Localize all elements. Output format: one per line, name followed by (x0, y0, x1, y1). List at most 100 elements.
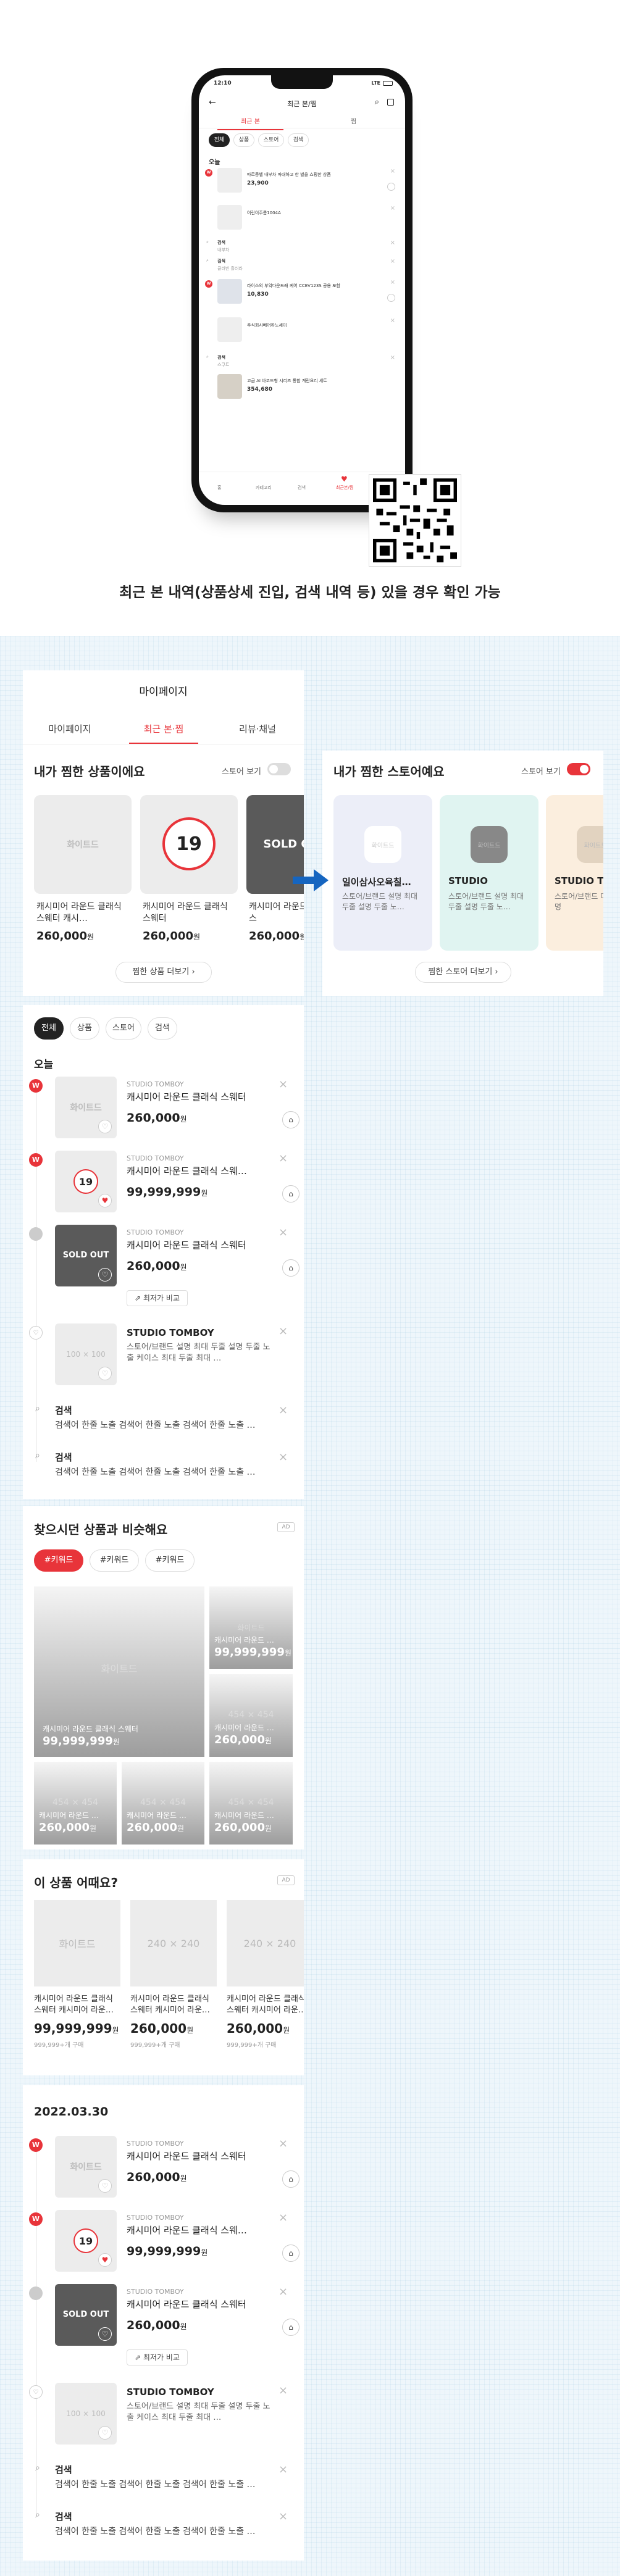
phone-close-icon[interactable]: × (390, 317, 395, 324)
cart-icon[interactable]: ⌂ (282, 1185, 300, 1203)
store-card[interactable]: 화이트드 STUDIO TO 스토어/브랜드 대 두줄 설명 (546, 795, 603, 951)
phone-close-icon[interactable]: × (390, 205, 395, 212)
remove-icon[interactable]: × (279, 1152, 288, 1165)
heart-icon[interactable]: ♡ (98, 1268, 112, 1282)
cart-icon[interactable]: ⌂ (282, 2319, 300, 2336)
recent-product-item[interactable]: SOLD OUT ♡ STUDIO TOMBOY 캐시미어 라운드 클래식 스웨터… (23, 2284, 304, 2370)
phone-chip-store[interactable]: 스토어 (258, 133, 284, 147)
keyword-chip[interactable]: #키워드 (145, 1549, 195, 1572)
chip-search[interactable]: 검색 (148, 1017, 177, 1040)
chip-product[interactable]: 상품 (70, 1017, 99, 1040)
similar-tile[interactable]: 454 × 454 캐시미어 라운드 … 260,000원 (34, 1762, 117, 1844)
similar-tile[interactable]: 454 × 454 캐시미어 라운드 … 260,000원 (209, 1674, 293, 1757)
wish-card-price: 260,000원 (36, 930, 94, 943)
remove-icon[interactable]: × (279, 2137, 288, 2150)
lowest-price-compare-button[interactable]: ⇗ 최저가 비교 (127, 2349, 188, 2366)
cart-icon[interactable]: ⌂ (282, 1111, 300, 1128)
remove-icon[interactable]: × (279, 1226, 288, 1239)
chip-store[interactable]: 스토어 (106, 1017, 141, 1040)
more-wish-stores-button[interactable]: 찜한 스토어 더보기 › (415, 962, 511, 983)
wish-card[interactable]: 화이트드 캐시미어 라운드 클래식 스웨터 캐시… 260,000원 (34, 795, 132, 949)
similar-tile[interactable]: 454 × 454 캐시미어 라운드 … 260,000원 (122, 1762, 204, 1844)
more-wish-products-button[interactable]: 찜한 상품 더보기 › (115, 962, 212, 983)
phone-bag-icon[interactable] (387, 183, 395, 191)
phone-bag-icon[interactable] (387, 294, 395, 302)
nav-category[interactable]: 카테고리 (256, 485, 272, 491)
heart-icon[interactable]: ♡ (98, 1120, 112, 1133)
phone-tab-recent[interactable]: 최근 본 (199, 116, 302, 130)
recommend-card[interactable]: 240 × 240 캐시미어 라운드 클래식 스웨터 캐시미어 라운… 260,… (227, 1900, 304, 2067)
recent-product-item[interactable]: W 화이트드 ♡ STUDIO TOMBOY 캐시미어 라운드 클래식 스웨터 2… (23, 2136, 304, 2204)
remove-icon[interactable]: × (279, 1078, 288, 1091)
similar-tile[interactable]: 화이트드 캐시미어 라운드 … 99,999,999원 (209, 1586, 293, 1669)
phone-close-icon[interactable]: × (390, 258, 395, 265)
recent-search-item[interactable]: ⌕ 검색 검색어 한줄 노출 검색어 한줄 노출 검색어 한줄 노출 … × (23, 1404, 304, 1438)
search-icon[interactable]: ⌕ (375, 98, 379, 107)
nav-home[interactable]: 홈 (217, 485, 221, 491)
store-view-toggle[interactable] (567, 763, 590, 775)
recent-search-item[interactable]: ⌕ 검색 검색어 한줄 노출 검색어 한줄 노출 검색어 한줄 노출 … × (23, 2463, 304, 2498)
phone-row-product[interactable]: 고급 AI 바코드형 시리즈 통합 계란요리 세트 354,680 (199, 374, 405, 405)
phone-chip-all[interactable]: 전체 (209, 133, 230, 147)
keyword-chip[interactable]: #키워드 (34, 1549, 83, 1572)
similar-tile-large[interactable]: 화이트드 캐시미어 라운드 클래식 스웨터 99,999,999원 (34, 1586, 204, 1757)
recent-store-item[interactable]: ♡ 100 × 100 ♡ STUDIO TOMBOY 스토어/브랜드 설명 최대… (23, 2383, 304, 2451)
phone-close-icon[interactable]: × (390, 240, 395, 246)
phone-close-icon[interactable]: × (390, 354, 395, 361)
heart-icon[interactable]: ♡ (98, 2179, 112, 2193)
recommend-card[interactable]: 240 × 240 캐시미어 라운드 클래식 스웨터 캐시미어 라운… 260,… (130, 1900, 217, 2067)
cart-icon[interactable]: ⌂ (282, 2170, 300, 2188)
remove-icon[interactable]: × (279, 1404, 288, 1417)
phone-row-product[interactable]: W 라이스의 부엌다운드래 케어 CCEV123S 공용 포함 10,830 × (199, 279, 405, 314)
phone-row-search[interactable]: ⌕ 검색 스쿠트 × (199, 354, 405, 370)
heart-icon[interactable]: ♡ (98, 2426, 112, 2440)
recommend-card[interactable]: 화이트드 캐시미어 라운드 클래식 스웨터 캐시미어 라운… 99,999,99… (34, 1900, 120, 2067)
phone-close-icon[interactable]: × (390, 279, 395, 286)
remove-icon[interactable]: × (279, 2211, 288, 2224)
remove-icon[interactable]: × (279, 1451, 288, 1464)
remove-icon[interactable]: × (279, 2285, 288, 2298)
remove-icon[interactable]: × (279, 1325, 288, 1338)
recent-search-item[interactable]: ⌕ 검색 검색어 한줄 노출 검색어 한줄 노출 검색어 한줄 노출 … × (23, 1451, 304, 1485)
cart-icon[interactable]: ⌂ (282, 2245, 300, 2262)
status-bar: 12:10 LTE (199, 78, 405, 89)
remove-icon[interactable]: × (279, 2463, 288, 2476)
store-card[interactable]: 화이트드 STUDIO 스토어/브랜드 설명 최대 두줄 설명 두줄 노… (440, 795, 538, 951)
wish-card[interactable]: 19 캐시미어 라운드 클래식 스웨터 260,000원 (140, 795, 238, 949)
recent-search-item[interactable]: ⌕ 검색 검색어 한줄 노출 검색어 한줄 노출 검색어 한줄 노출 … × (23, 2510, 304, 2545)
cart-icon[interactable] (387, 99, 394, 106)
store-view-toggle[interactable] (267, 763, 291, 775)
recent-product-item[interactable]: SOLD OUT ♡ STUDIO TOMBOY 캐시미어 라운드 클래식 스웨터… (23, 1225, 304, 1311)
tab-recent-wish[interactable]: 최근 본·찜 (117, 722, 211, 735)
heart-icon[interactable]: ♥ (98, 1194, 112, 1207)
recent-product-item[interactable]: W 화이트드 ♡ STUDIO TOMBOY 캐시미어 라운드 클래식 스웨터 2… (23, 1077, 304, 1144)
recent-store-item[interactable]: ♡ 100 × 100 ♡ STUDIO TOMBOY 스토어/브랜드 설명 최대… (23, 1323, 304, 1391)
heart-icon[interactable]: ♡ (98, 1367, 112, 1380)
remove-icon[interactable]: × (279, 2384, 288, 2397)
phone-tab-wish[interactable]: 찜 (302, 116, 405, 125)
heart-icon[interactable]: ♡ (98, 2327, 112, 2341)
phone-row-search[interactable]: ⌕ 검색 내부차 × (199, 240, 405, 256)
similar-tile[interactable]: 454 × 454 캐시미어 라운드 … 260,000원 (209, 1762, 293, 1844)
phone-row-product[interactable]: W 따르릉벨 내부차 마대하고 한 벌을 쇼핑한 상품 23,900 × (199, 168, 405, 202)
chip-all[interactable]: 전체 (34, 1017, 64, 1040)
phone-chip-search[interactable]: 검색 (288, 133, 309, 147)
store-card[interactable]: 화이트드 일이삼사오육칠… 스토어/브랜드 설명 최대 두줄 설명 두줄 노… (333, 795, 432, 951)
tab-mypage[interactable]: 마이페이지 (23, 722, 117, 735)
phone-close-icon[interactable]: × (390, 168, 395, 175)
phone-row-store[interactable]: 어린이주름1004A × (199, 205, 405, 235)
phone-chip-product[interactable]: 상품 (233, 133, 254, 147)
heart-icon[interactable]: ♥ (98, 2253, 112, 2267)
nav-search[interactable]: 검색 (298, 485, 306, 491)
cart-icon[interactable]: ⌂ (282, 1259, 300, 1277)
lowest-price-compare-button[interactable]: ⇗ 최저가 비교 (127, 1290, 188, 1306)
phone-row-store[interactable]: 주식회사베어하노세이 × (199, 317, 405, 347)
recent-list-past-section: 2022.03.30 W 화이트드 ♡ STUDIO TOMBOY 캐시미어 라운… (23, 2085, 304, 2561)
tab-review-channel[interactable]: 리뷰·채널 (211, 722, 304, 735)
nav-recent[interactable]: 최근본/찜 (336, 485, 353, 491)
remove-icon[interactable]: × (279, 2510, 288, 2523)
phone-row-search[interactable]: ⌕ 검색 클러빈 흘러라 × (199, 258, 405, 274)
keyword-chip[interactable]: #키워드 (90, 1549, 139, 1572)
recent-product-item[interactable]: W 19 ♥ STUDIO TOMBOY 캐시미어 라운드 클래식 스웨… 99,… (23, 2210, 304, 2278)
recent-product-item[interactable]: W 19 ♥ STUDIO TOMBOY 캐시미어 라운드 클래식 스웨… 99,… (23, 1151, 304, 1219)
